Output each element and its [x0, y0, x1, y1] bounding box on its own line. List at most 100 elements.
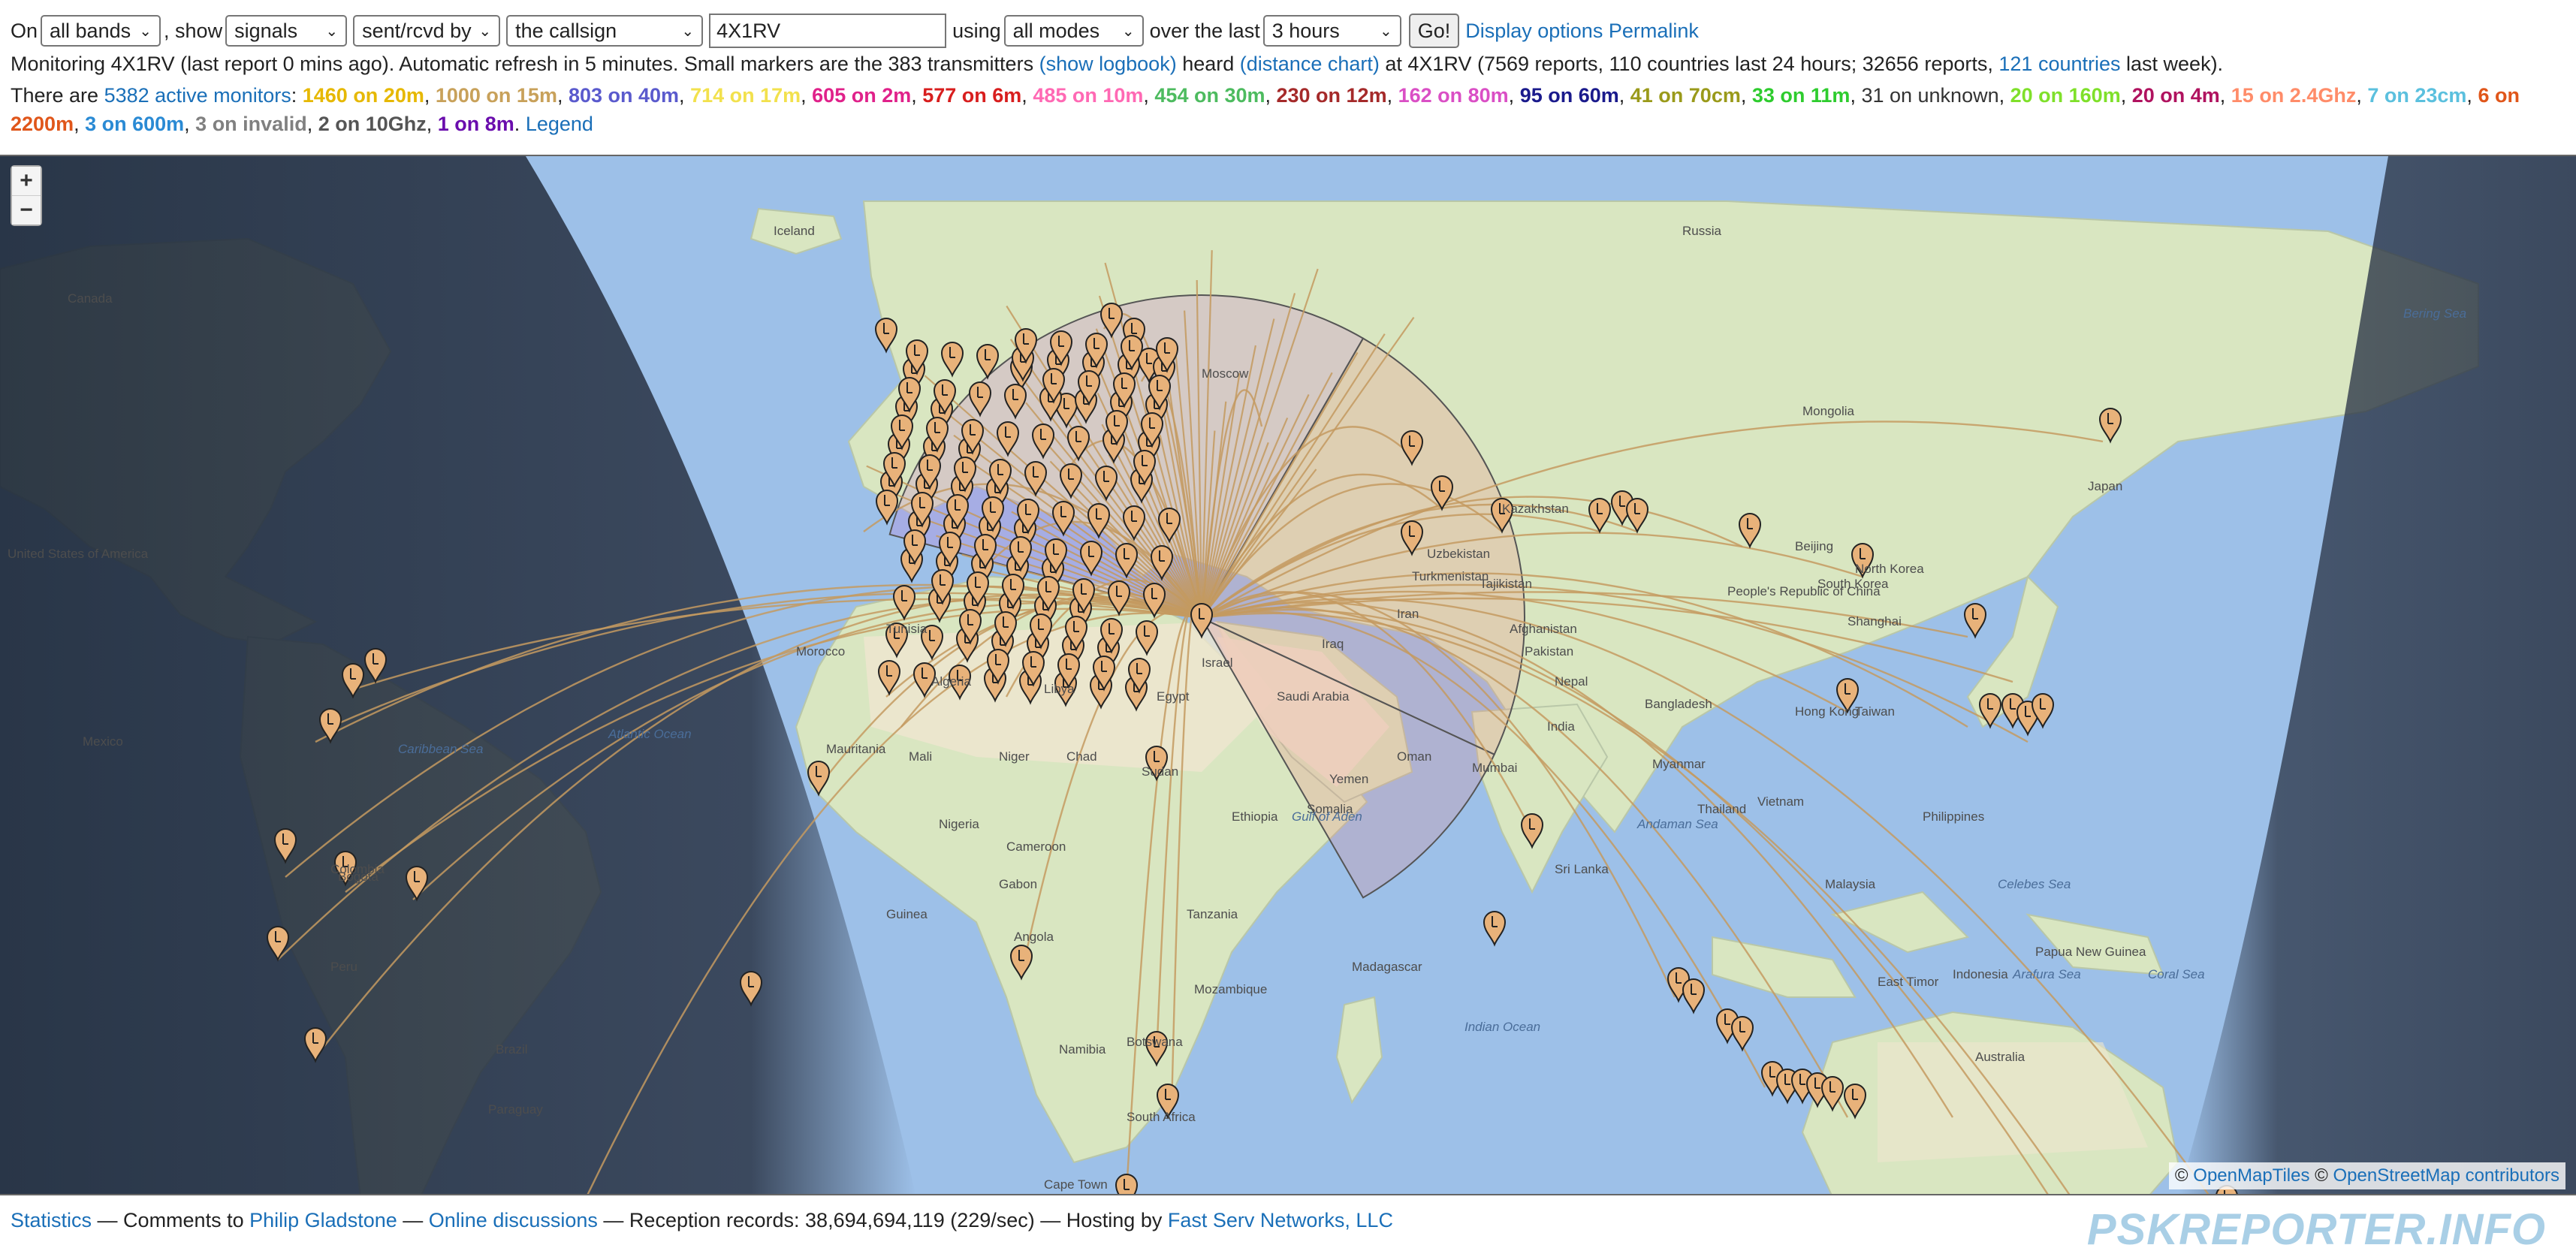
map-label: Hong Kong	[1795, 704, 1860, 719]
map-label: Atlantic Ocean	[608, 727, 692, 741]
map-label: Morocco	[796, 644, 846, 659]
map-label: Niger	[999, 749, 1030, 764]
chevron-down-icon: ⌄	[1121, 23, 1135, 40]
controls-panel: On all bands ⌄ , show signals ⌄ sent/rcvd …	[0, 0, 2576, 155]
map-label: Celebes Sea	[1998, 877, 2071, 891]
target-select[interactable]: the callsign ⌄	[506, 15, 704, 47]
band-count: 485 on 10m	[1033, 84, 1144, 107]
map-label: Papua New Guinea	[2035, 945, 2146, 959]
map-label: United States of America	[8, 547, 149, 561]
map-label: Taiwan	[1855, 704, 1895, 719]
zoom-control: + −	[11, 165, 42, 226]
map-label: Turkmenistan	[1412, 569, 1489, 583]
band-count: 15 on 2.4Ghz	[2231, 84, 2357, 107]
map-label: Yemen	[1329, 772, 1369, 786]
band-count: 41 on 70cm	[1630, 84, 1741, 107]
statistics-link[interactable]: Statistics	[11, 1209, 92, 1231]
map-label: Ethiopia	[1232, 809, 1278, 824]
map-label: Philippines	[1923, 809, 1985, 824]
map-label: Algeria	[931, 674, 971, 689]
band-count: 454 on 30m	[1154, 84, 1265, 107]
map-label: Sri Lanka	[1555, 862, 1609, 876]
map-label: Andaman Sea	[1637, 817, 1718, 831]
go-button[interactable]: Go!	[1408, 14, 1460, 48]
discussions-link[interactable]: Online discussions	[429, 1209, 598, 1231]
map-label: Australia	[1975, 1050, 2026, 1064]
map-label: Canada	[68, 291, 113, 306]
footer-text: — Comments to	[97, 1209, 244, 1231]
chevron-down-icon: ⌄	[478, 23, 492, 40]
map-label: Coral Sea	[2148, 967, 2205, 981]
map-label: Mexico	[83, 734, 123, 749]
permalink-link[interactable]: Permalink	[1609, 20, 1699, 43]
show-logbook-link[interactable]: (show logbook)	[1039, 53, 1177, 75]
display-options-link[interactable]: Display options	[1465, 20, 1603, 43]
map-label: Nepal	[1555, 674, 1588, 689]
map-view[interactable]: Iceland Russia Canada Bering Sea Moscow Kazak…	[0, 155, 2576, 1195]
openstreetmap-link[interactable]: OpenStreetMap contributors	[2333, 1165, 2560, 1186]
map-label: North Korea	[1855, 562, 1924, 576]
map-label: Vietnam	[1757, 794, 1805, 809]
band-count: 20 on 4m	[2131, 84, 2220, 107]
band-count: 1460 on 20m	[302, 84, 424, 107]
map-label: Gulf of Aden	[1292, 809, 1362, 824]
map-label: Tunisia	[886, 622, 928, 636]
band-select[interactable]: all bands ⌄	[41, 15, 161, 47]
map-label: Paraguay	[488, 1102, 543, 1117]
openmaptiles-link[interactable]: OpenMapTiles	[2193, 1165, 2309, 1186]
countries-link[interactable]: 121 countries	[1998, 53, 2120, 75]
show-select[interactable]: signals ⌄	[225, 15, 348, 47]
mode-select[interactable]: all modes ⌄	[1003, 15, 1144, 47]
chevron-down-icon: ⌄	[139, 23, 152, 40]
map-label: East Timor	[1878, 975, 1939, 989]
map-label: Chad	[1066, 749, 1097, 764]
chevron-down-icon: ⌄	[1379, 23, 1392, 40]
period-select[interactable]: 3 hours ⌄	[1262, 15, 1401, 47]
band-count: 20 on 160m	[2010, 84, 2121, 107]
station-marker-icon	[1730, 1016, 1754, 1052]
map-label: Tajikistan	[1480, 577, 1532, 591]
band-count: 1 on 8m	[437, 113, 514, 135]
map-label: Caribbean Sea	[398, 742, 484, 756]
map-label: Shanghai	[1848, 614, 1902, 628]
active-monitors-link[interactable]: 5382 active monitors	[104, 84, 291, 107]
status-tail-text: last week).	[2126, 53, 2224, 75]
using-label: using	[952, 19, 1001, 42]
chevron-down-icon: ⌄	[325, 23, 339, 40]
map-canvas[interactable]	[0, 156, 2576, 1195]
station-marker-icon	[1963, 603, 1987, 639]
legend-link[interactable]: Legend	[526, 113, 593, 135]
map-label: Gabon	[999, 877, 1038, 891]
zoom-in-button[interactable]: +	[12, 167, 41, 196]
over-label: over the last	[1149, 19, 1260, 42]
band-count: 3 on 600m	[85, 113, 185, 135]
hosting-link[interactable]: Fast Serv Networks, LLC	[1168, 1209, 1393, 1231]
map-label: Uzbekistan	[1427, 547, 1491, 561]
band-count: 1000 on 15m	[435, 84, 557, 107]
copyright-symbol: ©	[2174, 1165, 2188, 1186]
map-label: South Africa	[1127, 1110, 1196, 1124]
map-label: Mumbai	[1472, 761, 1518, 775]
zoom-out-button[interactable]: −	[12, 196, 41, 225]
map-label: Egypt	[1157, 689, 1190, 704]
map-label: Thailand	[1697, 802, 1747, 816]
copyright-symbol: ©	[2315, 1165, 2328, 1186]
map-label: Madagascar	[1352, 960, 1422, 974]
author-link[interactable]: Philip Gladstone	[249, 1209, 397, 1231]
direction-select[interactable]: sent/rcvd by ⌄	[353, 15, 501, 47]
map-label: Arafura Sea	[2013, 967, 2081, 981]
map-label: Bogota	[338, 870, 379, 884]
band-count: 577 on 6m	[922, 84, 1022, 107]
map-attribution: © OpenMapTiles © OpenStreetMap contribut…	[2168, 1162, 2565, 1189]
map-label: Cape Town	[1044, 1177, 1108, 1192]
map-label: Cameroon	[1006, 840, 1066, 854]
footer: Statistics — Comments to Philip Gladston…	[11, 1209, 1393, 1232]
band-count: 31 on unknown	[1861, 84, 1999, 107]
distance-chart-link[interactable]: (distance chart)	[1240, 53, 1380, 75]
footer-text: —	[403, 1209, 424, 1231]
map-label: Afghanistan	[1510, 622, 1577, 636]
band-count: 230 on 12m	[1276, 84, 1387, 107]
chevron-down-icon: ⌄	[681, 23, 695, 40]
callsign-input[interactable]: 4X1RV	[709, 14, 947, 48]
band-count: 162 on 80m	[1398, 84, 1509, 107]
